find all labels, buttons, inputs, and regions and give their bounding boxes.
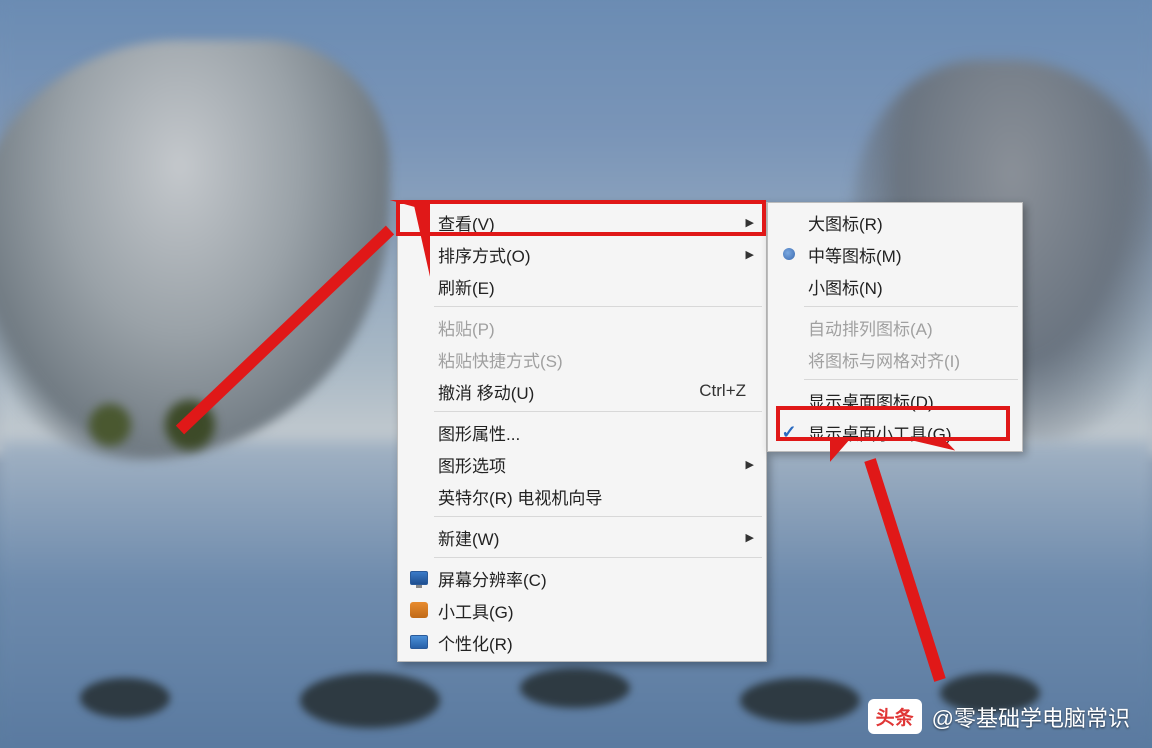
menu-label: 屏幕分辨率(C) <box>438 566 746 591</box>
blank-icon <box>404 210 434 234</box>
menu-label: 粘贴(P) <box>438 315 746 340</box>
menu-item-view[interactable]: 查看(V) ▶ <box>400 206 764 238</box>
menu-label: 刷新(E) <box>438 274 746 299</box>
blank-icon <box>774 315 804 339</box>
menu-label: 显示桌面图标(D) <box>808 388 1002 413</box>
blank-icon <box>774 210 804 234</box>
submenu-arrow-icon: ▶ <box>740 531 754 544</box>
submenu-item-medium-icons[interactable]: 中等图标(M) <box>770 238 1020 270</box>
menu-separator <box>434 411 762 412</box>
menu-separator <box>434 306 762 307</box>
desktop-context-menu: 查看(V) ▶ 排序方式(O) ▶ 刷新(E) 粘贴(P) 粘贴快捷方式(S) … <box>397 202 767 662</box>
blank-icon <box>404 242 434 266</box>
menu-item-paste-shortcut: 粘贴快捷方式(S) <box>400 343 764 375</box>
submenu-arrow-icon: ▶ <box>740 458 754 471</box>
menu-label: 显示桌面小工具(G) <box>808 420 1002 445</box>
submenu-arrow-icon: ▶ <box>740 248 754 261</box>
submenu-arrow-icon: ▶ <box>740 216 754 229</box>
personalize-icon <box>404 630 434 654</box>
menu-item-undo[interactable]: 撤消 移动(U) Ctrl+Z <box>400 375 764 407</box>
wallpaper-trees <box>50 380 250 470</box>
watermark-text: @零基础学电脑常识 <box>932 701 1130 733</box>
submenu-item-show-desktop-icons[interactable]: 显示桌面图标(D) <box>770 384 1020 416</box>
blank-icon <box>404 452 434 476</box>
blank-icon <box>404 379 434 403</box>
blank-icon <box>774 347 804 371</box>
menu-label: 小工具(G) <box>438 598 746 623</box>
menu-label: 中等图标(M) <box>808 242 1002 267</box>
menu-separator <box>804 306 1018 307</box>
submenu-item-auto-arrange: 自动排列图标(A) <box>770 311 1020 343</box>
menu-label: 自动排列图标(A) <box>808 315 1002 340</box>
gadget-icon <box>404 598 434 622</box>
menu-item-sort[interactable]: 排序方式(O) ▶ <box>400 238 764 270</box>
menu-item-resolution[interactable]: 屏幕分辨率(C) <box>400 562 764 594</box>
menu-label: 撤消 移动(U) <box>438 379 679 404</box>
blank-icon <box>774 274 804 298</box>
view-submenu: 大图标(R) 中等图标(M) 小图标(N) 自动排列图标(A) 将图标与网格对齐… <box>767 202 1023 452</box>
menu-label: 图形选项 <box>438 452 746 477</box>
blank-icon <box>404 347 434 371</box>
menu-label: 排序方式(O) <box>438 242 746 267</box>
submenu-item-align-grid: 将图标与网格对齐(I) <box>770 343 1020 375</box>
blank-icon <box>404 525 434 549</box>
submenu-item-large-icons[interactable]: 大图标(R) <box>770 206 1020 238</box>
menu-item-intel-tv[interactable]: 英特尔(R) 电视机向导 <box>400 480 764 512</box>
watermark-logo: 头条 <box>868 699 922 734</box>
menu-item-graphics-options[interactable]: 图形选项 ▶ <box>400 448 764 480</box>
blank-icon <box>404 420 434 444</box>
menu-item-new[interactable]: 新建(W) ▶ <box>400 521 764 553</box>
check-icon: ✓ <box>774 420 804 444</box>
blank-icon <box>404 484 434 508</box>
menu-item-paste: 粘贴(P) <box>400 311 764 343</box>
monitor-icon <box>404 566 434 590</box>
menu-label: 大图标(R) <box>808 210 1002 235</box>
menu-label: 图形属性... <box>438 420 746 445</box>
menu-separator <box>434 516 762 517</box>
blank-icon <box>404 274 434 298</box>
menu-item-gadgets[interactable]: 小工具(G) <box>400 594 764 626</box>
menu-separator <box>434 557 762 558</box>
menu-label: 英特尔(R) 电视机向导 <box>438 484 746 509</box>
blank-icon <box>404 315 434 339</box>
menu-label: 新建(W) <box>438 525 746 550</box>
menu-item-refresh[interactable]: 刷新(E) <box>400 270 764 302</box>
watermark: 头条 @零基础学电脑常识 <box>868 699 1130 734</box>
submenu-item-show-gadgets[interactable]: ✓ 显示桌面小工具(G) <box>770 416 1020 448</box>
menu-label: 查看(V) <box>438 210 746 235</box>
menu-label: 将图标与网格对齐(I) <box>808 347 1002 372</box>
menu-item-personalize[interactable]: 个性化(R) <box>400 626 764 658</box>
menu-shortcut: Ctrl+Z <box>699 381 746 401</box>
blank-icon <box>774 388 804 412</box>
radio-icon <box>774 242 804 266</box>
menu-item-graphics-props[interactable]: 图形属性... <box>400 416 764 448</box>
submenu-item-small-icons[interactable]: 小图标(N) <box>770 270 1020 302</box>
menu-label: 个性化(R) <box>438 630 746 655</box>
menu-separator <box>804 379 1018 380</box>
menu-label: 粘贴快捷方式(S) <box>438 347 746 372</box>
menu-label: 小图标(N) <box>808 274 1002 299</box>
